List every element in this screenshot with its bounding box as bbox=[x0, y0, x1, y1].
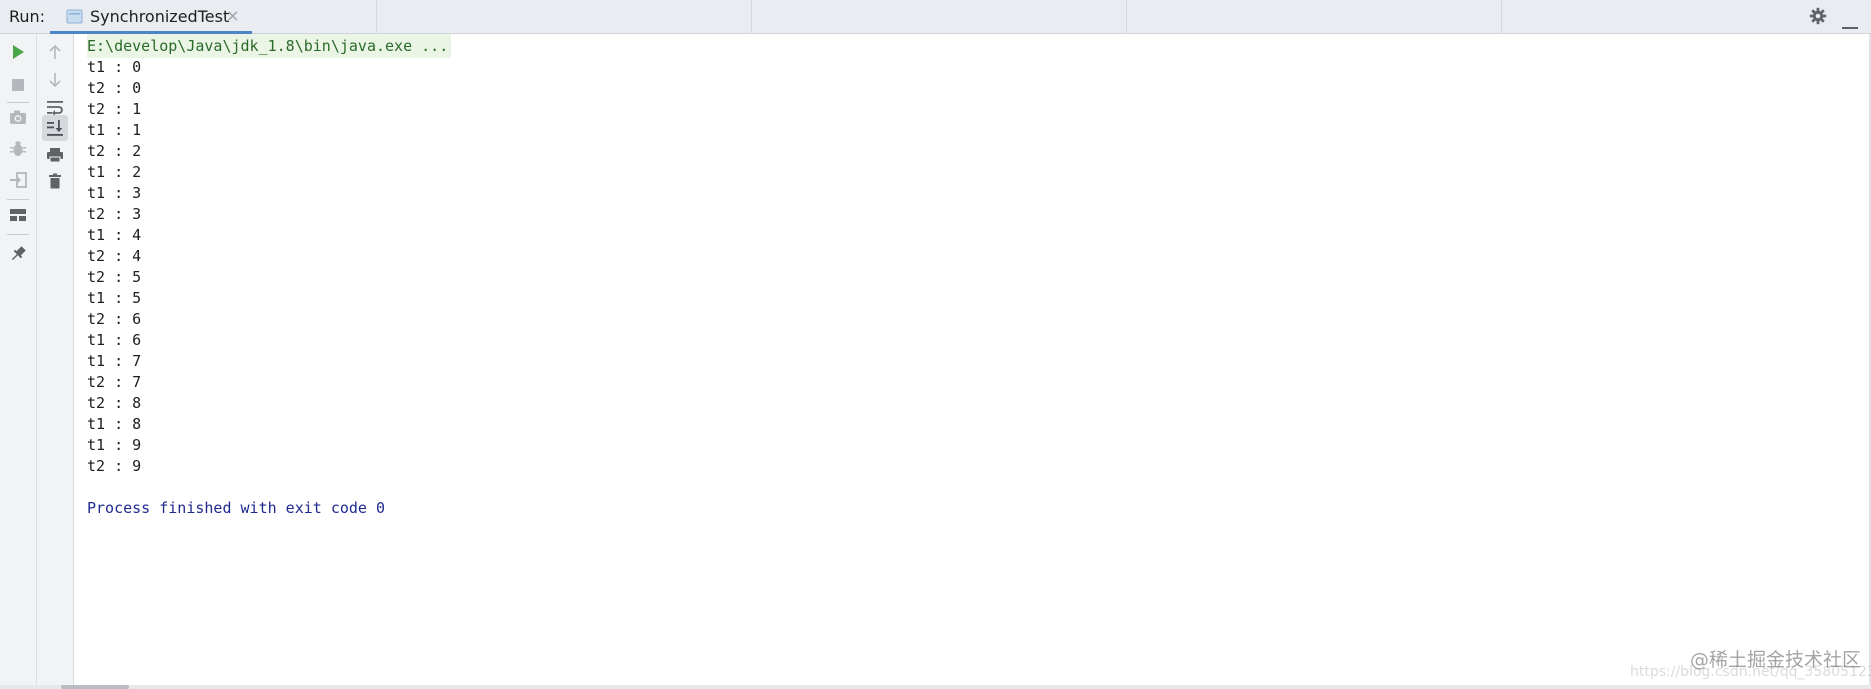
scroll-to-end-button[interactable] bbox=[42, 115, 68, 141]
tab-close-icon[interactable]: × bbox=[226, 6, 239, 25]
pin-icon bbox=[11, 246, 26, 261]
clear-all-button[interactable] bbox=[42, 168, 68, 194]
toolbar-divider bbox=[7, 102, 29, 103]
login-button[interactable] bbox=[5, 167, 31, 193]
layout-button[interactable] bbox=[5, 202, 31, 228]
print-icon bbox=[47, 148, 63, 163]
tab-separator bbox=[376, 0, 377, 34]
wrap-icon bbox=[47, 101, 63, 115]
horizontal-scrollbar-thumb[interactable] bbox=[61, 685, 129, 689]
horizontal-scrollbar-track[interactable] bbox=[0, 685, 1871, 689]
stop-icon bbox=[12, 79, 24, 91]
tab-separator bbox=[1126, 0, 1127, 34]
run-label: Run: bbox=[9, 7, 46, 26]
layout-icon bbox=[10, 209, 26, 221]
minimize-icon[interactable] bbox=[1842, 15, 1858, 34]
camera-icon bbox=[10, 110, 26, 124]
tab-title: SynchronizedTest bbox=[90, 7, 230, 26]
tab-separator bbox=[751, 0, 752, 34]
command-line: E:\develop\Java\jdk_1.8\bin\java.exe ... bbox=[87, 34, 452, 58]
trash-icon bbox=[49, 173, 61, 189]
print-button[interactable] bbox=[42, 142, 68, 168]
console-output[interactable]: E:\develop\Java\jdk_1.8\bin\java.exe ...… bbox=[74, 34, 1869, 685]
exit-message: Process finished with exit code 0 bbox=[87, 499, 386, 517]
play-icon bbox=[13, 45, 24, 59]
run-toolbar-left bbox=[0, 34, 37, 685]
scroll-end-icon bbox=[47, 120, 63, 136]
tab-synchronizedtest[interactable]: SynchronizedTest × bbox=[50, 0, 252, 34]
dump-threads-button[interactable] bbox=[5, 104, 31, 130]
pin-tab-button[interactable] bbox=[5, 241, 31, 267]
arrow-up-icon bbox=[49, 44, 61, 59]
toolbar-divider bbox=[7, 234, 29, 235]
stop-button[interactable] bbox=[5, 72, 31, 98]
watermark: @稀土掘金技术社区 bbox=[1690, 649, 1862, 671]
console-line: t2 : 9 bbox=[87, 457, 142, 475]
gear-icon[interactable] bbox=[1809, 7, 1827, 29]
bug-icon bbox=[10, 141, 26, 156]
toolbar-divider bbox=[7, 199, 29, 200]
arrow-down-icon bbox=[49, 73, 61, 88]
tab-separator bbox=[1501, 0, 1502, 34]
exit-icon bbox=[10, 172, 27, 188]
run-toolwindow-header: Run: SynchronizedTest × bbox=[0, 0, 1871, 34]
up-stack-button[interactable] bbox=[42, 39, 68, 65]
run-toolbar-console bbox=[37, 34, 74, 685]
rerun-button[interactable] bbox=[5, 39, 31, 65]
down-stack-button[interactable] bbox=[42, 67, 68, 93]
run-config-icon bbox=[66, 9, 83, 24]
exception-breakpoint-button[interactable] bbox=[5, 136, 31, 162]
